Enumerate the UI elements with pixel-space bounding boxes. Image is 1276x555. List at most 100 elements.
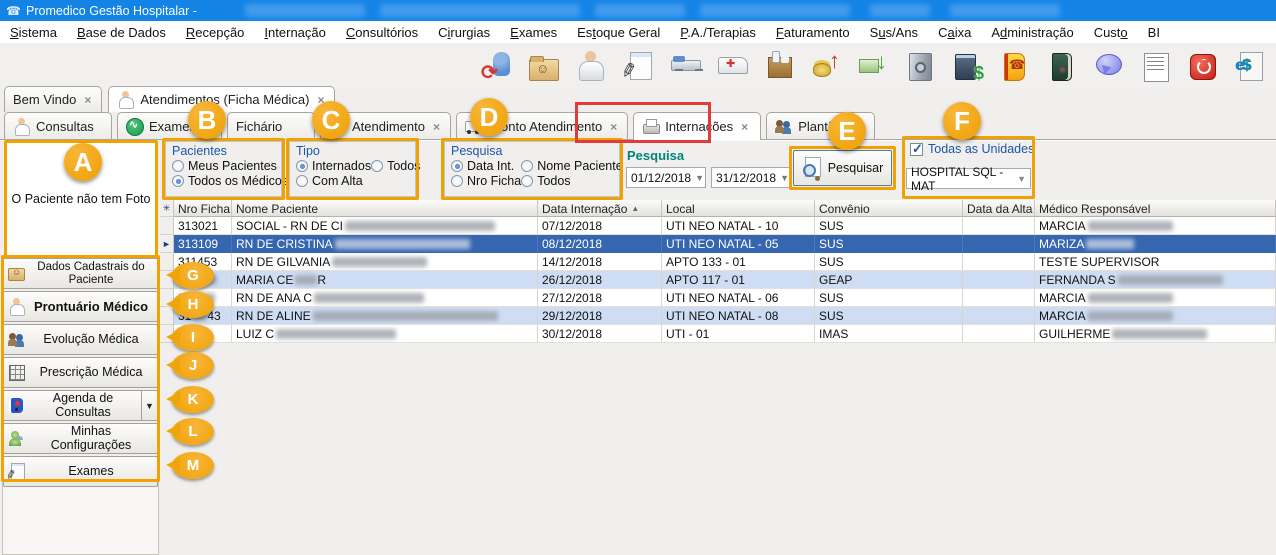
tab-bem-vindo[interactable]: Bem Vindo× — [4, 86, 102, 112]
toolbar-money-up-icon[interactable] — [809, 49, 843, 83]
phonebook-icon — [999, 51, 1029, 81]
toolbar-power-icon[interactable] — [1185, 49, 1219, 83]
chevron-down-icon[interactable]: ▼ — [141, 391, 157, 420]
toolbar-patient-folder-icon[interactable] — [527, 49, 561, 83]
menu-item-bi[interactable]: BI — [1138, 23, 1170, 42]
sidebar-button-exames[interactable]: Exames — [3, 456, 158, 487]
table-row[interactable]: 311453RN DE GILVANIA 14/12/2018APTO 133 … — [160, 253, 1276, 271]
close-icon[interactable]: × — [741, 120, 748, 134]
sidebar-button-prontuário-médico[interactable]: Prontuário Médico — [3, 291, 158, 322]
safe-icon — [905, 51, 935, 81]
toolbar-calculator-chart-icon[interactable] — [950, 49, 984, 83]
sidebar-button-minhas-configurações[interactable]: Minhas Configurações — [3, 423, 158, 454]
table-row[interactable]: 3MARIA CER26/12/2018APTO 117 - 01GEAPFER… — [160, 271, 1276, 289]
toolbar-safe-icon[interactable] — [903, 49, 937, 83]
close-icon[interactable]: × — [84, 93, 91, 107]
menu-item-caixa[interactable]: Caixa — [928, 23, 981, 42]
radio-icon[interactable] — [172, 175, 184, 187]
menu-item-administra-o[interactable]: Administração — [981, 23, 1083, 42]
close-icon[interactable]: × — [610, 120, 617, 134]
menu-item-exames[interactable]: Exames — [500, 23, 567, 42]
toolbar-phonebook-icon[interactable] — [997, 49, 1031, 83]
people-icon — [8, 331, 25, 348]
radio-data-int-[interactable]: Data Int. — [451, 159, 521, 173]
radio-icon[interactable] — [371, 160, 383, 172]
table-row[interactable]: ►313109RN DE CRISTINA 08/12/2018UTI NEO … — [160, 235, 1276, 253]
menu-item-recep-o[interactable]: Recepção — [176, 23, 255, 42]
table-row[interactable]: 313021SOCIAL - RN DE CI07/12/2018UTI NEO… — [160, 217, 1276, 235]
toolbar-sync-user-icon[interactable] — [480, 49, 514, 83]
menu-item-estoque-geral[interactable]: Estoque Geral — [567, 23, 670, 42]
chevron-down-icon[interactable]: ▼ — [695, 173, 704, 183]
toolbar-book-icon[interactable] — [1044, 49, 1078, 83]
radio-icon[interactable] — [296, 160, 308, 172]
toolbar-invoice-icon[interactable] — [1138, 49, 1172, 83]
menu-item-custo[interactable]: Custo — [1084, 23, 1138, 42]
radio-com-alta[interactable]: Com Alta — [296, 174, 371, 188]
row-selector-cell[interactable] — [160, 217, 174, 235]
toolbar-chat-bubble-icon[interactable] — [1091, 49, 1125, 83]
radio-internados[interactable]: Internados — [296, 159, 371, 173]
radio-icon[interactable] — [521, 175, 533, 187]
radio-todos-os-médicos[interactable]: Todos os Médicos — [172, 174, 288, 188]
toolbar-ambulance-icon[interactable] — [715, 49, 749, 83]
menu-item-sus-ans[interactable]: Sus/Ans — [860, 23, 928, 42]
menu-item-p-a-terapias[interactable]: P.A./Terapias — [670, 23, 766, 42]
menu-item-sistema[interactable]: Sistema — [0, 23, 67, 42]
menu-item-faturamento[interactable]: Faturamento — [766, 23, 860, 42]
tab-consultas[interactable]: Consultas — [4, 112, 112, 140]
unidade-dropdown[interactable]: HOSPITAL SQL - MAT ▼ — [906, 168, 1031, 189]
toolbar-stock-box-icon[interactable] — [762, 49, 796, 83]
radio-icon[interactable] — [296, 175, 308, 187]
date-to-field[interactable]: 31/12/2018 ▼ — [711, 167, 791, 188]
tab-internações[interactable]: Internações× — [633, 112, 761, 140]
toolbar-document-pen-icon[interactable] — [621, 49, 655, 83]
radio-todos[interactable]: Todos — [371, 159, 420, 173]
column-header-data-internação[interactable]: Data Internação▲ — [538, 200, 662, 217]
tab-fichário[interactable]: Fichário — [227, 112, 315, 140]
column-header-médico-responsável[interactable]: Médico Responsável — [1035, 200, 1276, 217]
nome-paciente-cell: MARIA CER — [232, 271, 538, 289]
toolbar-money-down-icon[interactable] — [856, 49, 890, 83]
menu-item-cirurgias[interactable]: Cirurgias — [428, 23, 500, 42]
checkbox-icon[interactable] — [910, 143, 923, 156]
radio-nome-paciente[interactable]: Nome Paciente — [521, 159, 622, 173]
toolbar-doctor-icon[interactable] — [574, 49, 608, 83]
radio-todos[interactable]: Todos — [521, 174, 622, 188]
radio-meus-pacientes[interactable]: Meus Pacientes — [172, 159, 288, 173]
menu-item-base-de-dados[interactable]: Base de Dados — [67, 23, 176, 42]
radio-icon[interactable] — [172, 160, 184, 172]
sidebar-button-dados-cadastrais-do-paciente[interactable]: Dados Cadastrais do Paciente — [3, 258, 158, 289]
column-header-data-da-alta[interactable]: Data da Alta — [963, 200, 1035, 217]
annotation-letter-a: A — [64, 143, 102, 181]
pesquisar-button[interactable]: Pesquisar — [793, 150, 892, 186]
sidebar-button-label: Dados Cadastrais do Paciente — [25, 261, 157, 285]
table-row[interactable]: 31RN DE ANA C27/12/2018UTI NEO NATAL - 0… — [160, 289, 1276, 307]
table-row[interactable]: 3143RN DE ALINE 29/12/2018UTI NEO NATAL … — [160, 307, 1276, 325]
column-header-nro-ficha[interactable]: Nro Ficha — [174, 200, 232, 217]
radio-icon[interactable] — [521, 160, 533, 172]
date-from-field[interactable]: 01/12/2018 ▼ — [626, 167, 706, 188]
toolbar-hospital-bed-icon[interactable] — [668, 49, 702, 83]
pacientes-group: Pacientes Meus PacientesTodos os Médicos — [165, 141, 282, 197]
chevron-down-icon[interactable]: ▼ — [780, 173, 789, 183]
radio-icon[interactable] — [451, 175, 463, 187]
row-selector-cell[interactable]: ► — [160, 235, 174, 253]
menu-item-interna-o[interactable]: Internação — [254, 23, 335, 42]
table-row[interactable]: LUIZ C30/12/2018UTI - 01IMASGUILHERME — [160, 325, 1276, 343]
sidebar-button-evolução-médica[interactable]: Evolução Médica — [3, 324, 158, 355]
column-header-nome-paciente[interactable]: Nome Paciente — [232, 200, 538, 217]
chevron-down-icon[interactable]: ▼ — [1017, 174, 1026, 184]
document-pen-icon — [8, 463, 25, 480]
sidebar-button-prescrição-médica[interactable]: Prescrição Médica — [3, 357, 158, 388]
column-header-convênio[interactable]: Convênio — [815, 200, 963, 217]
sidebar-button-agenda-de-consultas[interactable]: Agenda de Consultas▼ — [3, 390, 158, 421]
column-header-local[interactable]: Local — [662, 200, 815, 217]
pesquisa-group-title: Pesquisa — [445, 142, 619, 159]
toolbar-ebilling-icon[interactable] — [1232, 49, 1266, 83]
todas-unidades-checkbox[interactable]: Todas as Unidades — [910, 142, 1034, 156]
menu-item-consult-rios[interactable]: Consultórios — [336, 23, 428, 42]
close-icon[interactable]: × — [433, 120, 440, 134]
radio-nro-ficha[interactable]: Nro Ficha — [451, 174, 521, 188]
radio-icon[interactable] — [451, 160, 463, 172]
